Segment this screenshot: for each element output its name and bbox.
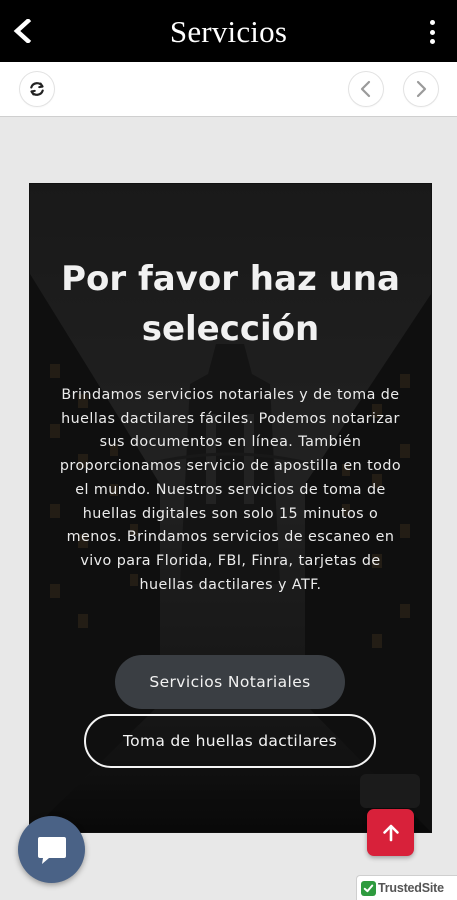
browser-toolbar <box>0 62 457 117</box>
chat-button[interactable] <box>18 816 85 883</box>
hero-description: Brindamos servicios notariales y de toma… <box>59 387 402 593</box>
back-nav-button[interactable] <box>349 72 383 106</box>
refresh-icon <box>30 82 44 96</box>
more-menu-button[interactable] <box>425 18 439 46</box>
chevron-right-icon <box>416 80 427 98</box>
hero-section: Por favor haz una selección Brindamos se… <box>29 183 432 833</box>
hero-title: Por favor haz una selección <box>61 259 400 349</box>
refresh-button[interactable] <box>20 72 54 106</box>
trustedsite-badge[interactable]: TrustedSite <box>356 875 457 900</box>
more-vertical-icon <box>429 20 435 25</box>
chevron-left-icon <box>360 80 371 98</box>
page-title: Servicios <box>169 14 288 49</box>
fingerprinting-button[interactable]: Toma de huellas dactilares <box>84 714 376 768</box>
trustedsite-label: TrustedSite <box>378 881 444 895</box>
chat-bubble-icon <box>37 836 66 864</box>
scroll-to-top-button[interactable] <box>367 809 414 856</box>
app-screen: Servicios Por favor haz una selección Br… <box>0 0 457 900</box>
forward-nav-button[interactable] <box>404 72 438 106</box>
check-icon <box>361 880 376 896</box>
app-header: Servicios <box>0 0 457 62</box>
notarial-services-button[interactable]: Servicios Notariales <box>115 655 345 709</box>
arrow-up-icon <box>382 824 399 841</box>
